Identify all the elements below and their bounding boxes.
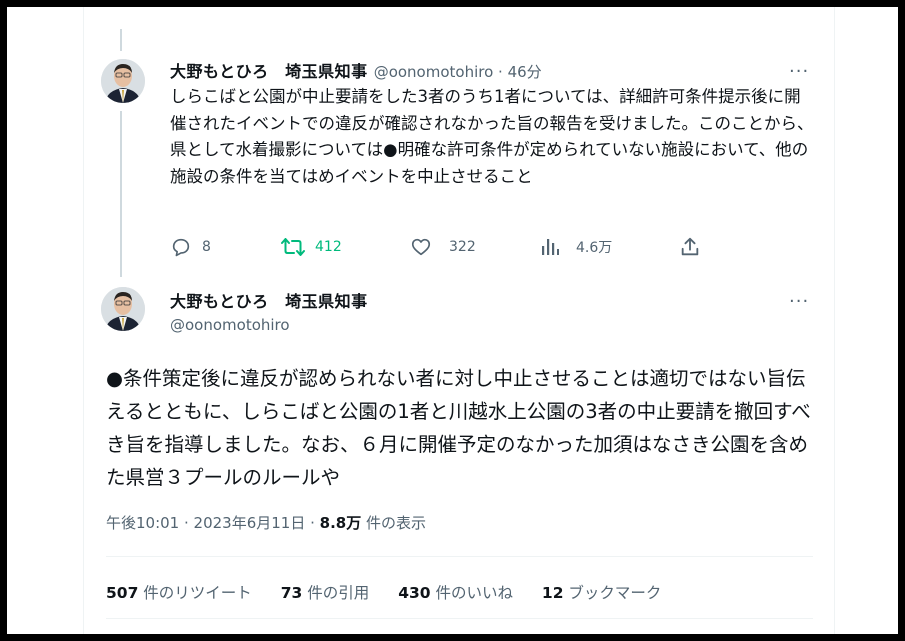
like-count: 322 <box>449 239 476 255</box>
avatar[interactable] <box>101 287 145 331</box>
bookmarks-stat-link[interactable]: 12 ブックマーク <box>542 584 662 602</box>
analytics-icon <box>542 239 559 255</box>
share-button[interactable] <box>679 235 701 259</box>
views-button[interactable]: 4.6万 <box>540 235 612 259</box>
retweets-stat-link[interactable]: 507 件のリツイート <box>106 584 252 602</box>
tweet-frame: 大野もとひろ 埼玉県知事 @oonomotohiro · 46分 ··· しらこば… <box>7 7 898 634</box>
thread-line-top <box>120 29 122 51</box>
parent-tweet-text: しらこばと公園が中止要請をした3者のうち1者については、詳細許可条件提示後に開催… <box>170 87 814 186</box>
share-icon <box>681 237 699 256</box>
reply-button[interactable]: 8 <box>170 235 211 259</box>
quotes-stat-link[interactable]: 73 件の引用 <box>281 584 370 602</box>
retweet-count: 412 <box>315 239 342 255</box>
views-count: 4.6万 <box>576 240 613 256</box>
parent-display-name[interactable]: 大野もとひろ 埼玉県知事 <box>170 62 368 81</box>
thread-line-connector <box>120 111 122 277</box>
reply-icon <box>172 238 190 257</box>
like-button[interactable]: 322 <box>410 235 476 259</box>
divider <box>106 618 813 619</box>
retweet-button[interactable]: 412 <box>281 235 342 259</box>
avatar[interactable] <box>101 59 145 103</box>
likes-stat-link[interactable]: 430 件のいいね <box>398 584 513 602</box>
parent-handle-time[interactable]: @oonomotohiro · 46分 <box>374 63 542 81</box>
reply-count: 8 <box>202 239 211 255</box>
main-tweet-text: ●条件策定後に違反が認められない者に対し中止させることは適切ではない旨伝えるとと… <box>106 367 811 489</box>
heart-icon <box>411 238 431 256</box>
avatar-image <box>101 59 145 103</box>
main-handle[interactable]: @oonomotohiro <box>164 315 290 334</box>
more-options-icon[interactable]: ··· <box>789 293 809 311</box>
views-label: 件の表示 <box>361 514 427 532</box>
views-total: 8.8万 <box>319 514 362 532</box>
tweet-meta: 午後10:01 · 2023年6月11日 · 8.8万 件の表示 <box>106 512 426 533</box>
avatar-image <box>101 287 145 331</box>
timestamp-link[interactable]: 午後10:01 · 2023年6月11日 · <box>106 514 320 532</box>
parent-author[interactable]: 大野もとひろ 埼玉県知事 @oonomotohiro · 46分 <box>170 58 542 82</box>
main-display-name[interactable]: 大野もとひろ 埼玉県知事 <box>170 288 368 312</box>
retweet-icon <box>281 238 305 256</box>
divider <box>106 556 813 557</box>
engagement-stats: 507 件のリツイート 73 件の引用 430 件のいいね 12 ブックマーク <box>106 581 685 603</box>
more-options-icon[interactable]: ··· <box>789 63 809 81</box>
